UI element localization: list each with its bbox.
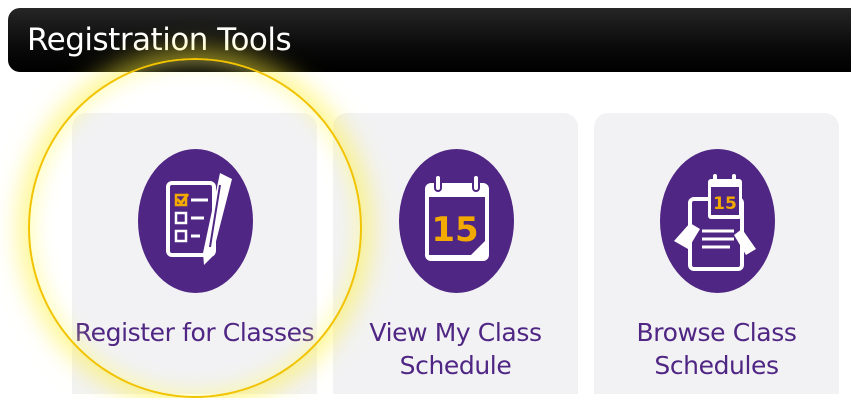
calendar-icon: 15 xyxy=(398,149,514,293)
page-title: Registration Tools xyxy=(27,22,292,58)
view-my-class-schedule-card[interactable]: 15 View My Class Schedule xyxy=(333,113,578,394)
browse-calendar-icon: 15 xyxy=(659,149,775,293)
card-label: Browse Class Schedules xyxy=(636,318,797,380)
calendar-day-number: 15 xyxy=(713,194,737,214)
calendar-day-number: 15 xyxy=(431,210,478,250)
card-label: Register for Classes xyxy=(74,318,315,347)
page-header: Registration Tools xyxy=(8,8,851,72)
register-for-classes-card[interactable]: Register for Classes xyxy=(72,113,317,394)
browse-class-schedules-card[interactable]: 15 Browse Class Schedules xyxy=(594,113,839,394)
checklist-pen-icon xyxy=(137,149,253,293)
card-label: View My Class Schedule xyxy=(369,318,542,380)
